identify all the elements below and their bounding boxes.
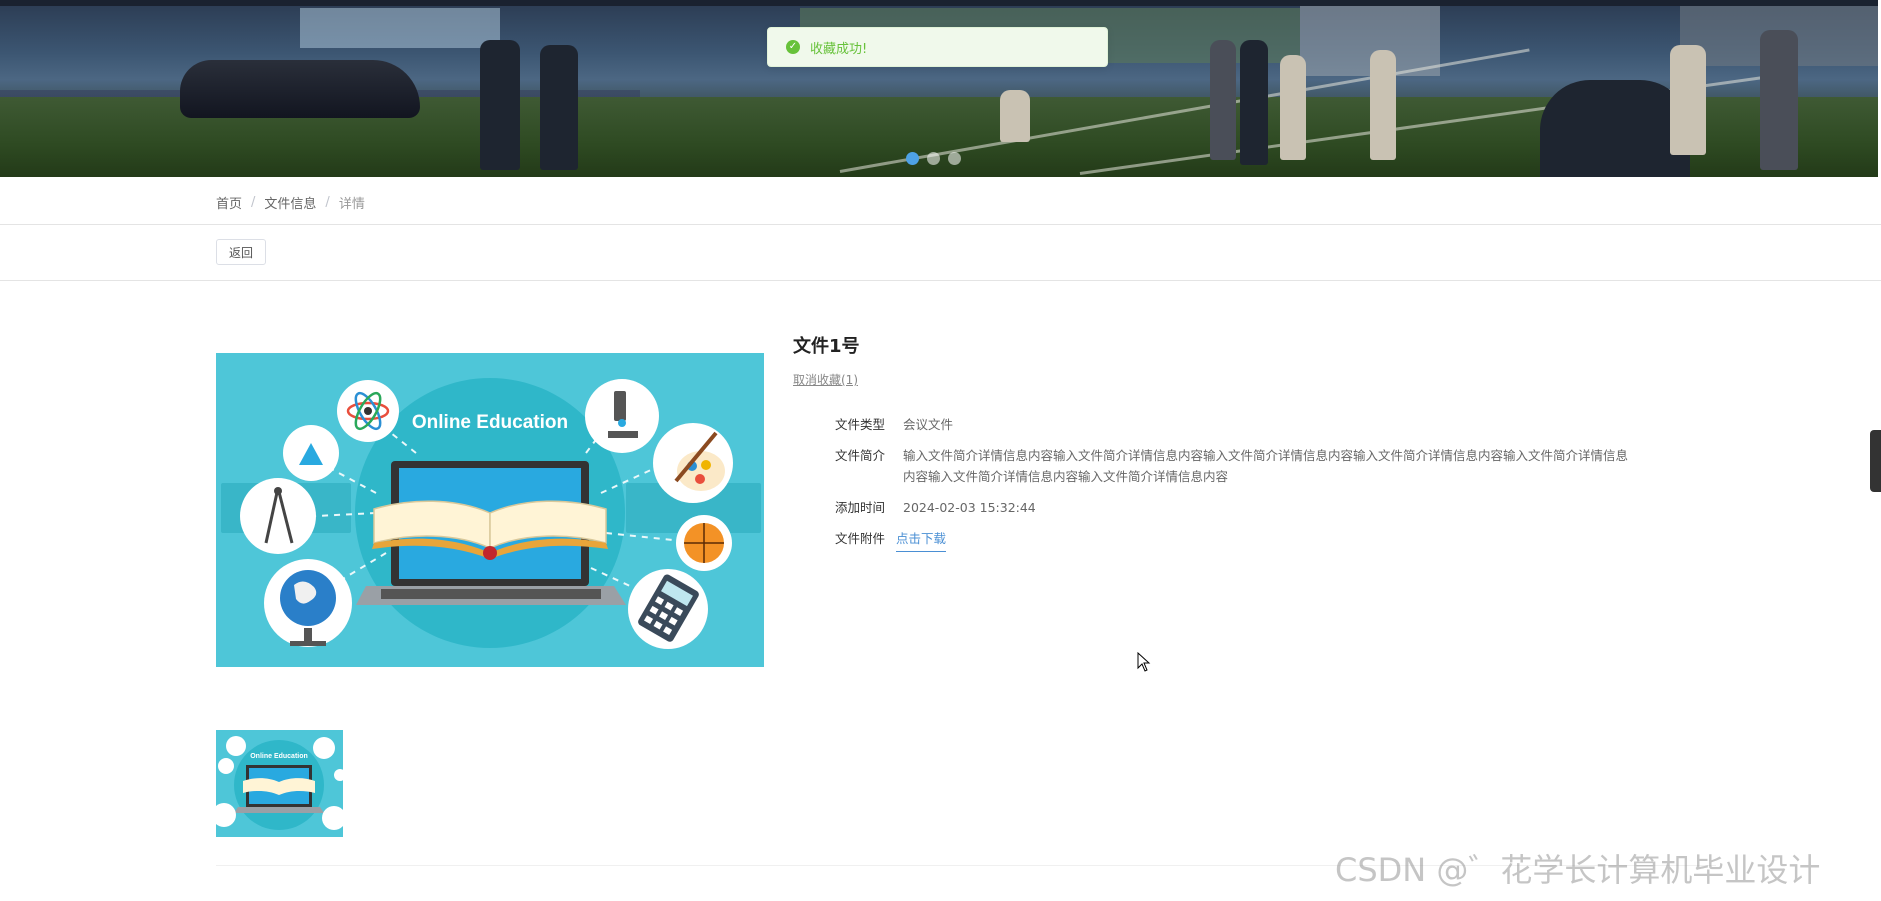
mouse-cursor-icon	[1137, 652, 1151, 672]
detail-row-attachment: 文件附件 点击下载	[835, 528, 1635, 552]
unfavorite-button[interactable]: 取消收藏(1)	[793, 371, 858, 388]
back-button[interactable]: 返回	[216, 239, 266, 265]
breadcrumb-current: 详情	[338, 197, 365, 212]
thumbnail-caption: Online Education	[250, 753, 308, 760]
banner-person	[1540, 80, 1690, 177]
banner-person	[540, 45, 578, 170]
banner-car	[180, 60, 420, 118]
intro-value: 输入文件简介详情信息内容输入文件简介详情信息内容输入文件简介详情信息内容输入文件…	[903, 448, 1629, 484]
banner-person	[480, 40, 520, 170]
breadcrumb-bar: 首页 / 文件信息 / 详情	[0, 177, 1881, 225]
attachment-label: 文件附件	[835, 531, 886, 546]
download-link[interactable]: 点击下载	[896, 528, 947, 552]
breadcrumb-section[interactable]: 文件信息	[264, 193, 316, 212]
watermark: CSDN @゛花学长计算机毕业设计	[1335, 851, 1821, 889]
check-circle-icon: ✓	[786, 40, 800, 54]
file-details: 文件类型 会议文件 文件简介 输入文件简介详情信息内容输入文件简介详情信息内容输…	[835, 414, 1635, 562]
side-drawer-tab[interactable]	[1870, 430, 1881, 492]
banner-person	[1370, 50, 1396, 160]
type-label: 文件类型	[835, 417, 886, 432]
intro-label: 文件简介	[835, 448, 886, 463]
breadcrumb-home[interactable]: 首页	[216, 193, 242, 212]
banner-person	[1210, 40, 1236, 160]
banner-person	[1670, 45, 1706, 155]
toolbar: 返回	[0, 224, 1881, 281]
banner-person	[1760, 30, 1798, 170]
breadcrumb-separator: /	[325, 195, 330, 210]
toast-message: 收藏成功!	[810, 41, 868, 57]
banner-person	[1240, 40, 1268, 165]
carousel-indicators	[906, 152, 961, 165]
file-title: 文件1号	[793, 336, 860, 357]
detail-row-type: 文件类型 会议文件	[835, 414, 1635, 435]
banner-building	[300, 8, 500, 48]
banner-top-strip	[0, 0, 1878, 6]
detail-row-time: 添加时间 2024-02-03 15:32:44	[835, 497, 1635, 518]
success-toast: ✓ 收藏成功!	[767, 27, 1108, 67]
carousel-dot[interactable]	[948, 152, 961, 165]
thumbnail-illustration: Online Education	[216, 730, 343, 837]
online-education-illustration: Online Education	[216, 353, 764, 667]
carousel-dot[interactable]	[906, 152, 919, 165]
detail-row-intro: 文件简介 输入文件简介详情信息内容输入文件简介详情信息内容输入文件简介详情信息内…	[835, 445, 1635, 487]
time-label: 添加时间	[835, 500, 886, 515]
image-thumbnail[interactable]: Online Education	[216, 730, 343, 837]
type-value: 会议文件	[903, 417, 954, 432]
breadcrumb-separator: /	[251, 195, 256, 210]
file-cover-image: Online Education	[216, 353, 764, 667]
illustration-caption: Online Education	[412, 412, 568, 433]
banner-person	[1000, 90, 1030, 142]
time-value: 2024-02-03 15:32:44	[903, 500, 1036, 515]
banner-person	[1280, 55, 1306, 160]
carousel-dot[interactable]	[927, 152, 940, 165]
breadcrumb: 首页 / 文件信息 / 详情	[216, 193, 365, 212]
